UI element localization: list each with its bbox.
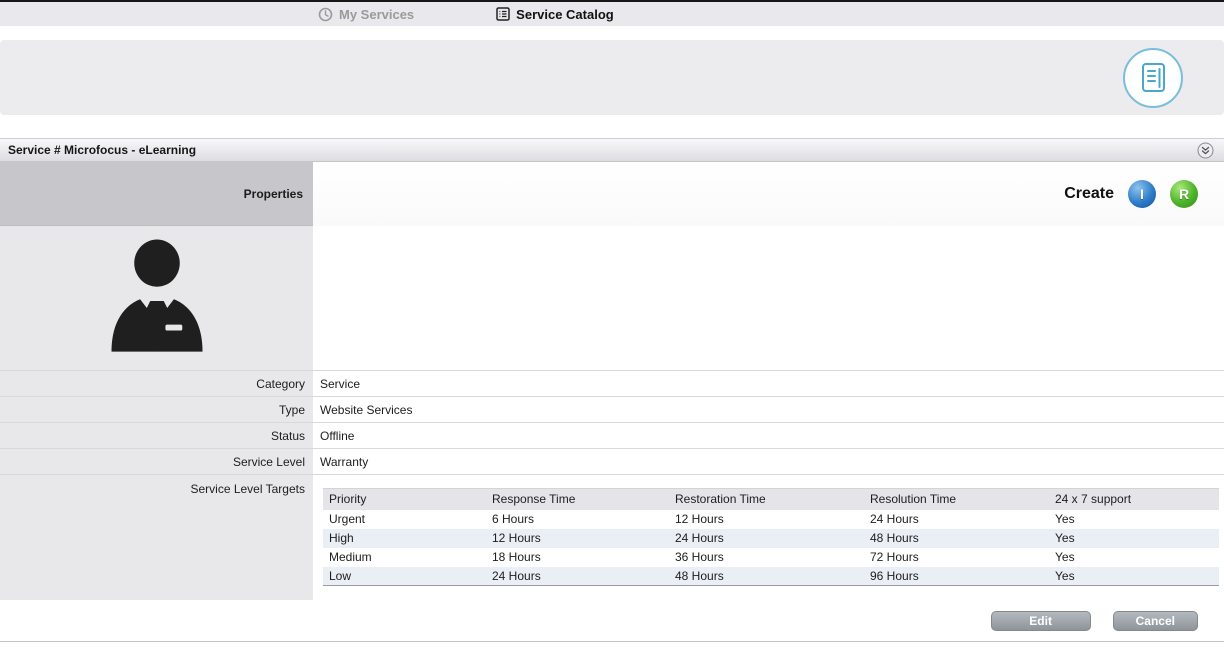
table-cell: 48 Hours: [669, 567, 864, 586]
field-label: Type: [0, 397, 313, 422]
table-cell: 12 Hours: [669, 510, 864, 529]
table-header-row: Priority Response Time Restoration Time …: [323, 489, 1219, 510]
properties-header-row: Properties Create I R: [0, 162, 1224, 226]
clock-icon: [318, 7, 333, 22]
field-row-service-level: Service Level Warranty: [0, 448, 1224, 474]
create-toolbar: Create I R: [313, 162, 1224, 226]
field-label: Service Level: [0, 449, 313, 474]
field-row-type: Type Website Services: [0, 396, 1224, 422]
table-cell: Yes: [1049, 567, 1219, 586]
edit-button[interactable]: Edit: [991, 611, 1091, 631]
create-label: Create: [1064, 185, 1114, 203]
tab-my-services[interactable]: My Services: [318, 7, 414, 22]
table-cell: 24 Hours: [864, 510, 1049, 529]
table-cell: 6 Hours: [486, 510, 669, 529]
table-cell: Yes: [1049, 548, 1219, 567]
targets-table-container: Priority Response Time Restoration Time …: [313, 475, 1224, 600]
table-cell: Yes: [1049, 529, 1219, 548]
properties-header: Properties: [0, 162, 313, 226]
table-row: Low 24 Hours 48 Hours 96 Hours Yes: [323, 567, 1219, 586]
table-header-cell: Resolution Time: [864, 489, 1049, 510]
field-row-service-level-targets: Service Level Targets Priority Response …: [0, 474, 1224, 600]
service-level-targets-table: Priority Response Time Restoration Time …: [323, 488, 1219, 586]
section-title: Service # Microfocus - eLearning: [8, 143, 1197, 157]
footer-toolbar: Edit Cancel: [0, 600, 1224, 641]
field-row-status: Status Offline: [0, 422, 1224, 448]
table-row: Medium 18 Hours 36 Hours 72 Hours Yes: [323, 548, 1219, 567]
header-panel: [0, 40, 1224, 115]
avatar-row: [0, 226, 1224, 370]
field-value: Service: [313, 371, 1224, 396]
table-header-cell: Priority: [323, 489, 486, 510]
section-header: Service # Microfocus - eLearning: [0, 138, 1224, 162]
field-label: Status: [0, 423, 313, 448]
field-value: Offline: [313, 423, 1224, 448]
table-cell: High: [323, 529, 486, 548]
field-value: Warranty: [313, 449, 1224, 474]
collapse-icon[interactable]: [1197, 142, 1214, 159]
table-cell: 96 Hours: [864, 567, 1049, 586]
service-avatar-icon: [98, 235, 216, 362]
top-tab-bar: My Services Service Catalog: [0, 0, 1224, 26]
cancel-button[interactable]: Cancel: [1113, 611, 1198, 631]
table-cell: 48 Hours: [864, 529, 1049, 548]
table-cell: 12 Hours: [486, 529, 669, 548]
page: My Services Service Catalog Service # Mi…: [0, 0, 1224, 648]
avatar-row-spacer: [313, 226, 1224, 370]
table-cell: 72 Hours: [864, 548, 1049, 567]
bottom-divider: [0, 641, 1224, 648]
table-cell: Yes: [1049, 510, 1219, 529]
table-cell: 24 Hours: [486, 567, 669, 586]
field-label: Service Level Targets: [0, 475, 313, 600]
create-request-icon[interactable]: R: [1170, 180, 1198, 208]
spacer: [0, 26, 1224, 40]
tab-my-services-label: My Services: [339, 7, 414, 22]
table-row: Urgent 6 Hours 12 Hours 24 Hours Yes: [323, 510, 1219, 529]
spacer: [0, 115, 1224, 138]
table-cell: Urgent: [323, 510, 486, 529]
table-cell: 18 Hours: [486, 548, 669, 567]
catalog-icon: [496, 7, 510, 21]
tab-service-catalog-label: Service Catalog: [516, 7, 614, 22]
table-header-cell: Response Time: [486, 489, 669, 510]
table-cell: 24 Hours: [669, 529, 864, 548]
table-cell: 36 Hours: [669, 548, 864, 567]
properties-label: Properties: [244, 187, 303, 201]
tab-service-catalog[interactable]: Service Catalog: [496, 7, 614, 22]
field-label: Category: [0, 371, 313, 396]
avatar-cell: [0, 226, 313, 370]
table-cell: Medium: [323, 548, 486, 567]
table-header-cell: Restoration Time: [669, 489, 864, 510]
field-row-category: Category Service: [0, 370, 1224, 396]
table-header-cell: 24 x 7 support: [1049, 489, 1219, 510]
service-catalog-badge-icon: [1122, 47, 1184, 109]
create-incident-icon[interactable]: I: [1128, 180, 1156, 208]
table-row: High 12 Hours 24 Hours 48 Hours Yes: [323, 529, 1219, 548]
field-value: Website Services: [313, 397, 1224, 422]
table-cell: Low: [323, 567, 486, 586]
